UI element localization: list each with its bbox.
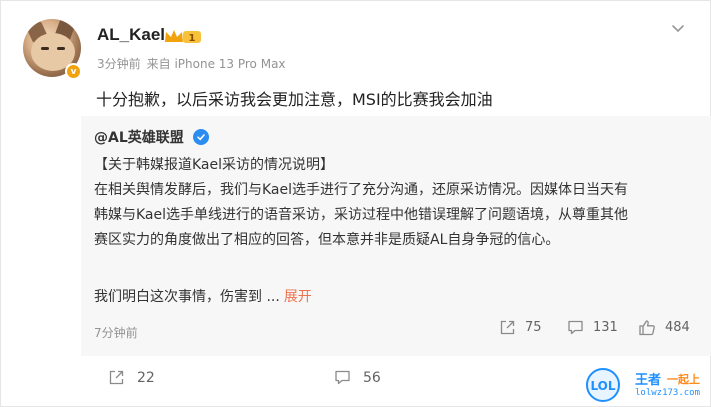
repost-count: 75	[525, 320, 542, 335]
reposted-content[interactable]: @AL英雄联盟 【关于韩媒报道Kael采访的情况说明】 在相关舆情发酵后，我们与…	[81, 116, 711, 356]
watermark-subtext: 一起上	[667, 373, 700, 386]
weibo-post-card: v AL_Kael 1 3分钟前 来自 iPhone 13 Pro Max 十分抱…	[0, 0, 711, 407]
member-crown-icon[interactable]: 1	[163, 28, 203, 45]
watermark-text: 王者	[635, 373, 662, 388]
repost-icon	[500, 320, 515, 335]
repost-body: 【关于韩媒报道Kael采访的情况说明】 在相关舆情发酵后，我们与Kael选手进行…	[94, 153, 699, 253]
comment-button[interactable]: 56	[334, 369, 381, 386]
truncated-text: 我们明白这次事情，伤害到 ...	[94, 289, 280, 305]
watermark-logo: LOL	[590, 379, 615, 393]
post-text: 十分抱歉，以后采访我会更加注意，MSI的比赛我会加油	[96, 90, 493, 109]
like-icon	[639, 320, 655, 336]
repost-button[interactable]: 22	[108, 369, 155, 386]
repost-line: 【关于韩媒报道Kael采访的情况说明】	[94, 157, 335, 173]
comment-icon	[568, 320, 583, 335]
repost-line: 赛区实力的角度做出了相应的回答，但本意并非是质疑AL自身争冠的信心。	[94, 232, 560, 248]
repost-line: 韩媒与Kael选手单线进行的语音采访，采访过程中他错误理解了问题语境，从尊重其他	[94, 207, 629, 223]
site-watermark: LOL 王者 一起上 lolwz173.com	[583, 365, 711, 405]
chevron-down-icon[interactable]	[669, 19, 687, 37]
member-level: 1	[189, 33, 196, 44]
repost-count: 22	[137, 369, 155, 386]
repost-author[interactable]: @AL英雄联盟	[94, 127, 184, 147]
repost-line: 在相关舆情发酵后，我们与Kael选手进行了充分沟通，还原采访情况。因媒体日当天有	[94, 182, 629, 198]
lol-logo-icon: LOL	[586, 368, 620, 402]
like-count: 484	[665, 320, 690, 335]
post-meta: 3分钟前 来自 iPhone 13 Pro Max	[97, 55, 286, 72]
repost-time[interactable]: 7分钟前	[94, 324, 138, 341]
post-time[interactable]: 3分钟前	[97, 57, 141, 71]
post-source: 来自 iPhone 13 Pro Max	[146, 57, 286, 71]
expand-link[interactable]: 展开	[284, 289, 312, 305]
verified-badge-icon: v	[65, 63, 82, 80]
verified-icon	[193, 129, 209, 145]
repost-comment-button[interactable]: 131	[567, 319, 618, 336]
comment-count: 56	[363, 369, 381, 386]
repost-truncated: 我们明白这次事情，伤害到 ... 展开	[94, 286, 312, 306]
username[interactable]: AL_Kael	[97, 25, 165, 45]
repost-like-button[interactable]: 484	[638, 319, 690, 336]
watermark-url: lolwz173.com	[635, 388, 701, 398]
comment-count: 131	[593, 320, 618, 335]
repost-repost-button[interactable]: 75	[499, 319, 542, 336]
comment-icon	[335, 370, 350, 385]
repost-icon	[109, 370, 124, 385]
